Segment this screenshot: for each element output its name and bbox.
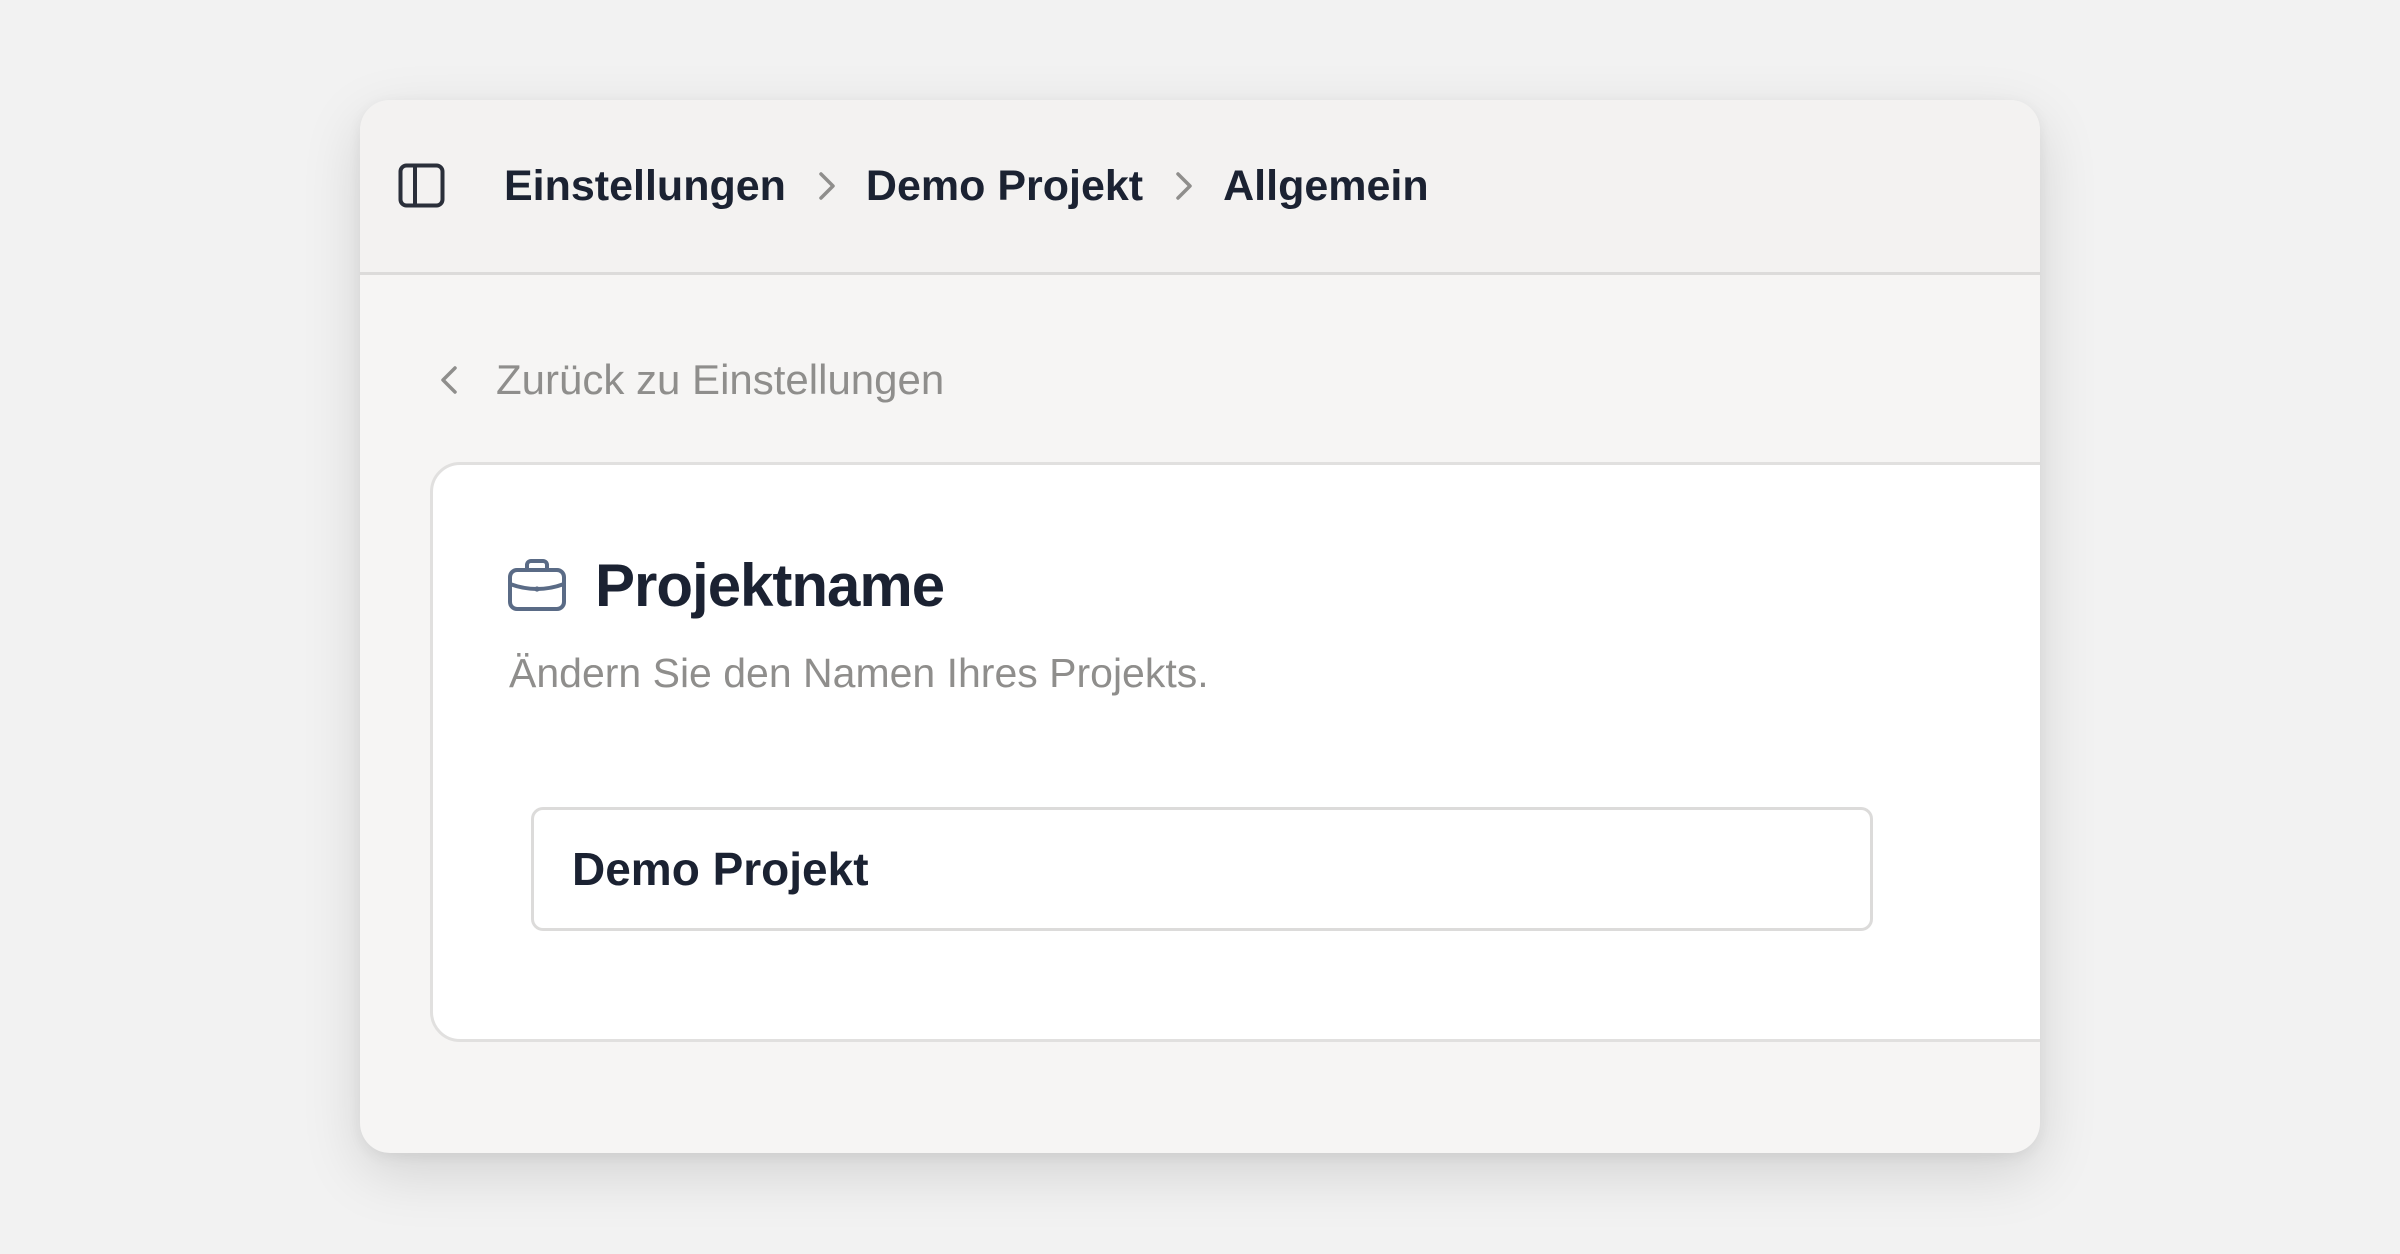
sidebar-toggle-icon[interactable] [398,163,445,208]
breadcrumb-item-einstellungen[interactable]: Einstellungen [504,162,786,211]
chevron-right-icon [1176,172,1192,200]
briefcase-icon [508,559,566,611]
card-title: Projektname [595,551,945,619]
card-description: Ändern Sie den Namen Ihres Projekts. [509,650,1209,696]
breadcrumb-item-current: Allgemein [1223,161,1429,210]
project-name-input[interactable] [531,807,1873,931]
project-name-card: Projektname Ändern Sie den Namen Ihres P… [430,462,2040,1042]
card-header: Projektname [507,545,945,625]
back-link-label: Zurück zu Einstellungen [496,356,945,403]
top-bar: Einstellungen Demo Projekt Allgemein [360,100,2040,275]
chevron-right-icon [819,172,835,200]
breadcrumb: Einstellungen Demo Projekt Allgemein [504,100,1429,272]
app-window: Einstellungen Demo Projekt Allgemein Zur… [360,100,2040,1153]
breadcrumb-item-project[interactable]: Demo Projekt [866,162,1143,211]
chevron-left-icon [441,366,457,394]
back-to-settings-link[interactable]: Zurück zu Einstellungen [436,350,944,410]
